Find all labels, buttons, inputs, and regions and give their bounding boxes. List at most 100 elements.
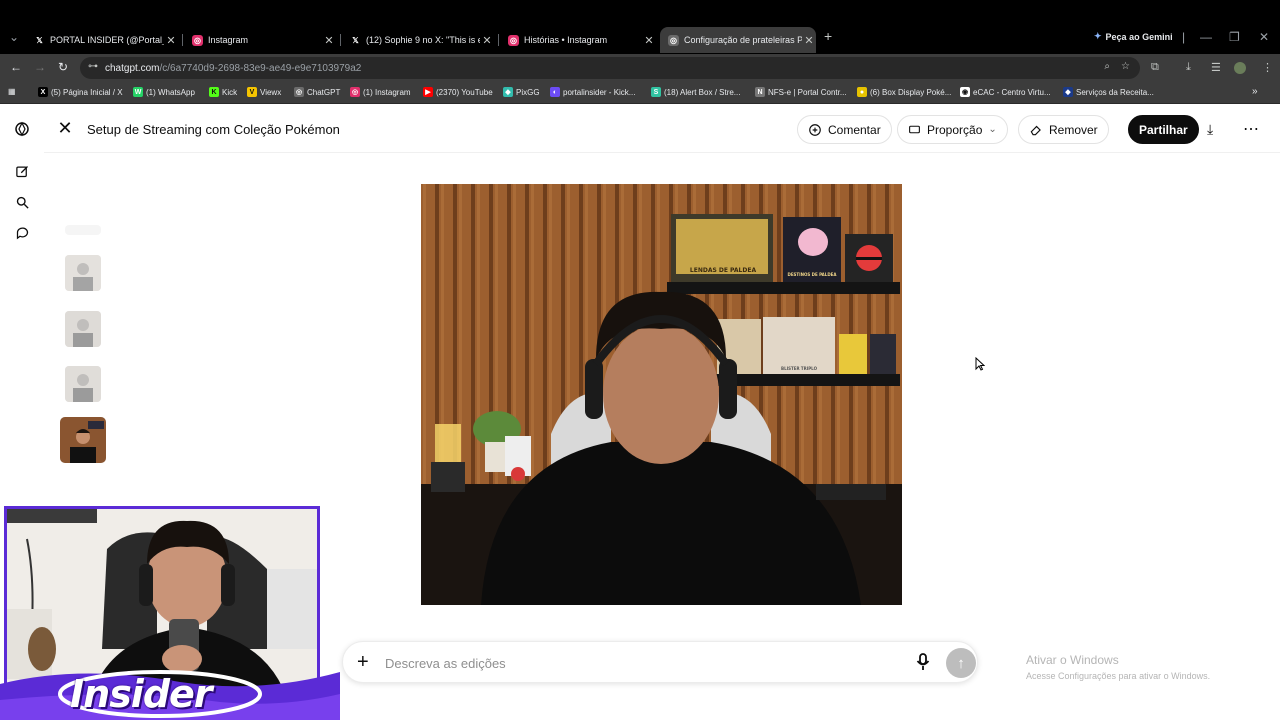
bookmark-label: Kick — [222, 87, 238, 97]
zoom-icon[interactable]: ⌕ — [1104, 61, 1110, 72]
tab-historias[interactable]: ◎ Histórias • Instagram ✕ — [500, 28, 656, 52]
new-tab-button[interactable]: + — [824, 28, 832, 44]
comment-plus-icon — [809, 123, 821, 136]
address-bar[interactable]: ⊶ chatgpt.com/c/6a7740d9-2698-83e9-ae49-… — [80, 57, 1140, 79]
comment-button[interactable]: Comentar — [797, 115, 892, 144]
bookmark-favicon-icon: W — [133, 87, 143, 97]
apps-icon[interactable]: ▦ — [8, 87, 16, 96]
bookmark-item[interactable]: ▶ (2370) YouTube — [423, 87, 493, 97]
windows-activation-watermark: Ativar o Windows Acesse Configurações pa… — [1026, 653, 1210, 681]
microphone-icon[interactable] — [916, 653, 930, 676]
bookmark-label: (1) Instagram — [363, 87, 411, 97]
close-icon[interactable]: ✕ — [480, 34, 494, 47]
generated-image: LENDAS DE PALDEA DESTINOS DE PALDEA BLIS… — [421, 184, 902, 605]
bookmark-label: Viewx — [260, 87, 282, 97]
bookmark-label: NFS-e | Portal Contr... — [768, 87, 847, 97]
bookmark-item[interactable]: ◆ PixGG — [503, 87, 540, 97]
add-attachment-icon[interactable]: + — [357, 652, 369, 672]
x-icon: 𝕏 — [350, 34, 361, 46]
close-icon[interactable]: ✕ — [164, 34, 178, 47]
edit-description-input[interactable] — [385, 652, 885, 674]
new-chat-icon[interactable] — [13, 162, 31, 180]
tab-instagram[interactable]: ◎ Instagram ✕ — [184, 28, 336, 52]
x-icon: 𝕏 — [34, 34, 45, 46]
close-icon[interactable]: ✕ — [642, 34, 656, 47]
tab-search-icon[interactable]: ⌄ — [9, 30, 19, 44]
search-icon[interactable] — [13, 193, 31, 211]
bookmark-label: portalinsider - Kick... — [563, 87, 636, 97]
browser-tab-bar: ⌄ 𝕏 PORTAL INSIDER (@Portal_Insider) ✕ ◎… — [0, 0, 1280, 54]
remove-button[interactable]: Remover — [1018, 115, 1109, 144]
close-editor-icon[interactable]: ✕ — [56, 119, 74, 137]
bookmark-item[interactable]: ◉ eCAC - Centro Virtu... — [960, 87, 1051, 97]
bookmark-item[interactable]: ◎ ChatGPT — [294, 87, 340, 97]
page-title: Setup de Streaming com Coleção Pokémon — [87, 122, 340, 137]
chat-bubble-icon[interactable] — [13, 223, 31, 241]
tab-label: Histórias • Instagram — [524, 35, 608, 45]
share-button[interactable]: Partilhar — [1128, 115, 1199, 144]
bookmark-item[interactable]: ◎ (1) Instagram — [350, 87, 411, 97]
menu-icon[interactable]: ⋮ — [1262, 61, 1273, 74]
bookmark-favicon-icon: S — [651, 87, 661, 97]
reload-icon[interactable]: ↻ — [58, 60, 68, 74]
reading-list-icon[interactable]: ☰ — [1211, 61, 1221, 74]
openai-logo-icon[interactable] — [13, 120, 31, 138]
tab-sophie[interactable]: 𝕏 (12) Sophie 9 no X: "This is exactly ✕ — [342, 28, 494, 52]
edit-composer: + ↑ — [342, 641, 978, 683]
bookmark-favicon-icon: ▶ — [423, 87, 433, 97]
shelf-label-lendas: LENDAS DE PALDEA — [690, 267, 757, 274]
download-icon[interactable]: ⤓ — [1186, 61, 1191, 74]
chatgpt-icon: ◎ — [668, 34, 679, 46]
shelf-label-destinos: DESTINOS DE PALDEA — [788, 272, 838, 277]
back-icon[interactable]: ← — [10, 60, 22, 74]
proportion-label: Proporção — [927, 122, 983, 137]
site-info-icon[interactable]: ⊶ — [88, 61, 98, 72]
gemini-button[interactable]: ✦ Peça ao Gemini — [1094, 31, 1173, 42]
more-bookmarks-icon[interactable]: » — [1252, 86, 1258, 97]
thumbnail-version-3[interactable] — [65, 366, 101, 402]
profile-avatar[interactable] — [1234, 62, 1246, 74]
share-label: Partilhar — [1139, 122, 1188, 137]
extensions-icon[interactable]: ⧉ — [1151, 61, 1159, 74]
bookmark-item[interactable]: ● (6) Box Display Poké... — [857, 87, 951, 97]
tab-portal-insider[interactable]: 𝕏 PORTAL INSIDER (@Portal_Insider) ✕ — [26, 28, 178, 52]
download-image-icon[interactable]: ⤓ — [1207, 121, 1213, 138]
bookmark-item[interactable]: K Kick — [209, 87, 237, 97]
thumbnail-version-4-selected[interactable] — [60, 417, 106, 463]
bookmark-item[interactable]: X (5) Página Inicial / X — [38, 87, 123, 97]
send-arrow-icon[interactable]: ↑ — [946, 648, 976, 678]
bookmark-label: (5) Página Inicial / X — [51, 87, 123, 97]
bookmark-label: eCAC - Centro Virtu... — [973, 87, 1051, 97]
window-close-icon[interactable]: ✕ — [1259, 30, 1269, 44]
close-icon[interactable]: ✕ — [322, 34, 336, 47]
bookmark-item[interactable]: S (18) Alert Box / Stre... — [651, 87, 740, 97]
watermark-subtitle: Acesse Configurações para ativar o Windo… — [1026, 671, 1211, 681]
aspect-ratio-icon — [909, 125, 920, 134]
tab-label: Configuração de prateleiras Pokémon — [684, 35, 802, 45]
forward-icon[interactable]: → — [34, 60, 46, 74]
proportion-dropdown[interactable]: Proporção ⌄ — [897, 115, 1008, 144]
tab-configuracao[interactable]: ◎ Configuração de prateleiras Pokémon ✕ — [660, 27, 816, 53]
watermark-title: Ativar o Windows — [1026, 653, 1119, 667]
sparkle-icon: ✦ — [1094, 31, 1102, 41]
bookmark-item[interactable]: V Viewx — [247, 87, 281, 97]
mouse-cursor-icon — [975, 357, 985, 371]
tab-divider — [182, 34, 183, 46]
tab-label: Instagram — [208, 35, 249, 45]
thumbnail-version-1[interactable] — [65, 255, 101, 291]
bookmark-item[interactable]: W (1) WhatsApp — [133, 87, 195, 97]
minimize-icon[interactable]: — — [1200, 30, 1212, 44]
tab-label: (12) Sophie 9 no X: "This is exactly — [366, 35, 480, 45]
bookmark-star-icon[interactable]: ☆ — [1121, 61, 1130, 72]
maximize-icon[interactable]: ❐ — [1229, 30, 1240, 44]
bookmark-favicon-icon: V — [247, 87, 257, 97]
chevron-down-icon: ⌄ — [988, 124, 997, 135]
comment-label: Comentar — [828, 122, 881, 137]
bookmark-item[interactable]: ◐ portalinsider - Kick... — [550, 87, 635, 97]
more-options-icon[interactable]: ⋯ — [1243, 119, 1259, 139]
close-icon[interactable]: ✕ — [802, 34, 816, 47]
bookmark-item[interactable]: N NFS-e | Portal Contr... — [755, 87, 847, 97]
thumbnail-placeholder — [65, 225, 101, 235]
thumbnail-version-2[interactable] — [65, 311, 101, 347]
bookmark-item[interactable]: ◆ Serviços da Receita... — [1063, 87, 1154, 97]
